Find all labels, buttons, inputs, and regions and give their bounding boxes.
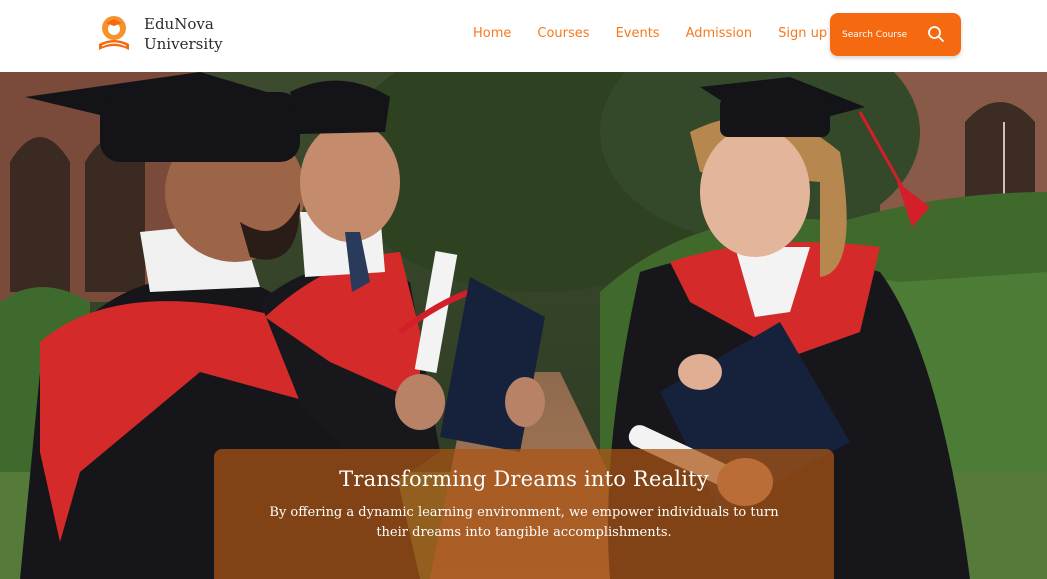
nav-courses[interactable]: Courses	[537, 26, 589, 41]
hero-title: Transforming Dreams into Reality	[339, 467, 709, 491]
brand-line-2: University	[144, 35, 223, 53]
nav-events[interactable]: Events	[616, 26, 660, 41]
hero-overlay-card: Transforming Dreams into Reality By offe…	[214, 449, 834, 579]
hero-description: By offering a dynamic learning environme…	[269, 505, 779, 540]
nav-sign-up[interactable]: Sign up	[778, 26, 827, 41]
search-icon	[927, 25, 945, 43]
main-nav: Home Courses Events Admission Sign up	[473, 26, 827, 41]
search-course-label: Search Course	[842, 29, 908, 40]
nav-admission[interactable]: Admission	[686, 26, 753, 41]
brand-line-1: EduNova	[144, 15, 214, 33]
hero-banner: Transforming Dreams into Reality By offe…	[0, 72, 1047, 579]
nav-home[interactable]: Home	[473, 26, 511, 41]
graduate-cap-logo-icon	[96, 14, 132, 54]
site-header: EduNova University Home Courses Events A…	[0, 0, 1047, 72]
search-course-button[interactable]: Search Course	[830, 13, 961, 56]
brand-name: EduNova University	[144, 14, 223, 54]
university-logo[interactable]: EduNova University	[96, 14, 223, 54]
